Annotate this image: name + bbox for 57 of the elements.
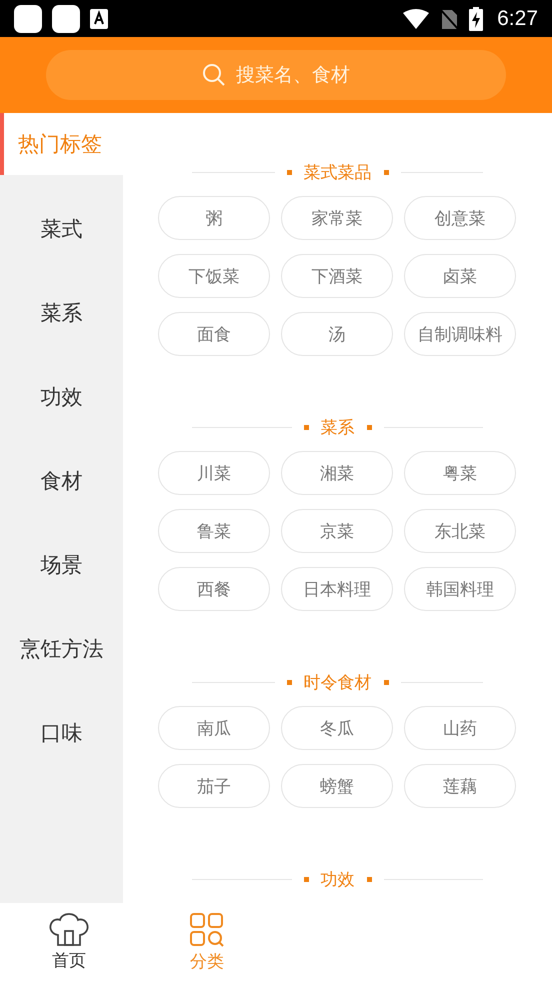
sidebar-item[interactable]: 口味 xyxy=(0,691,123,775)
tag-chip[interactable]: 自制调味料 xyxy=(404,312,516,356)
notification-icon xyxy=(52,4,80,32)
wifi-icon xyxy=(403,8,430,28)
grid-search-icon xyxy=(189,912,225,948)
search-icon xyxy=(202,63,226,87)
tag-chip[interactable]: 日本料理 xyxy=(281,567,393,611)
tag-chip[interactable]: 川菜 xyxy=(158,451,270,495)
tag-chip[interactable]: 汤 xyxy=(281,312,393,356)
tag-chip[interactable]: 卤菜 xyxy=(404,254,516,298)
tag-chip[interactable]: 莲藕 xyxy=(404,764,516,808)
sidebar-item[interactable]: 场景 xyxy=(0,523,123,607)
bullet-icon xyxy=(286,680,292,684)
no-sim-icon xyxy=(439,8,460,30)
tag-chip[interactable]: 京菜 xyxy=(281,509,393,553)
bullet-icon xyxy=(384,170,388,174)
tag-chip[interactable]: 创意菜 xyxy=(404,196,516,240)
bullet-icon xyxy=(384,680,388,684)
bullet-icon xyxy=(366,424,372,430)
nav-tab[interactable]: 首页 xyxy=(0,903,138,981)
bullet-icon xyxy=(366,876,372,882)
tag-chip[interactable]: 面食 xyxy=(158,312,270,356)
bullet-icon xyxy=(304,876,308,882)
sidebar-item[interactable]: 菜系 xyxy=(0,271,123,355)
tag-chip[interactable]: 韩国料理 xyxy=(404,567,516,611)
sidebar-item[interactable]: 菜式 xyxy=(0,187,123,271)
battery-charging-icon xyxy=(469,6,484,30)
keyboard-a-icon xyxy=(90,8,108,28)
tag-chip[interactable]: 鲁菜 xyxy=(158,509,270,553)
sidebar-item[interactable]: 烹饪方法 xyxy=(0,607,123,691)
tag-chip[interactable]: 家常菜 xyxy=(281,196,393,240)
status-time: 6:27 xyxy=(497,6,538,30)
tag-chip[interactable]: 湘菜 xyxy=(281,451,393,495)
section-title: 功效 xyxy=(320,868,354,890)
tag-chip[interactable]: 山药 xyxy=(404,706,516,750)
notification-icon xyxy=(14,4,42,32)
tag-chip[interactable]: 冬瓜 xyxy=(281,706,393,750)
tag-chip[interactable]: 粤菜 xyxy=(404,451,516,495)
tag-chip[interactable]: 茄子 xyxy=(158,764,270,808)
sidebar-item[interactable]: 功效 xyxy=(0,355,123,439)
tag-chip[interactable]: 螃蟹 xyxy=(281,764,393,808)
search-placeholder: 搜菜名、食材 xyxy=(236,63,350,88)
bullet-icon xyxy=(304,424,308,430)
section-title: 菜式菜品 xyxy=(304,162,372,184)
chef-hat-icon xyxy=(48,912,90,946)
nav-tab[interactable]: 分类 xyxy=(138,903,276,981)
tag-chip[interactable]: 南瓜 xyxy=(158,706,270,750)
sidebar-item[interactable]: 热门标签 xyxy=(0,113,123,175)
tag-chip[interactable]: 东北菜 xyxy=(404,509,516,553)
tag-chip[interactable]: 西餐 xyxy=(158,567,270,611)
section-title: 菜系 xyxy=(320,416,354,438)
section-title: 时令食材 xyxy=(304,672,372,694)
sidebar-item[interactable]: 食材 xyxy=(0,439,123,523)
tag-chip[interactable]: 下酒菜 xyxy=(281,254,393,298)
bullet-icon xyxy=(286,170,292,174)
tag-chip[interactable]: 粥 xyxy=(158,196,270,240)
tag-chip[interactable]: 下饭菜 xyxy=(158,254,270,298)
